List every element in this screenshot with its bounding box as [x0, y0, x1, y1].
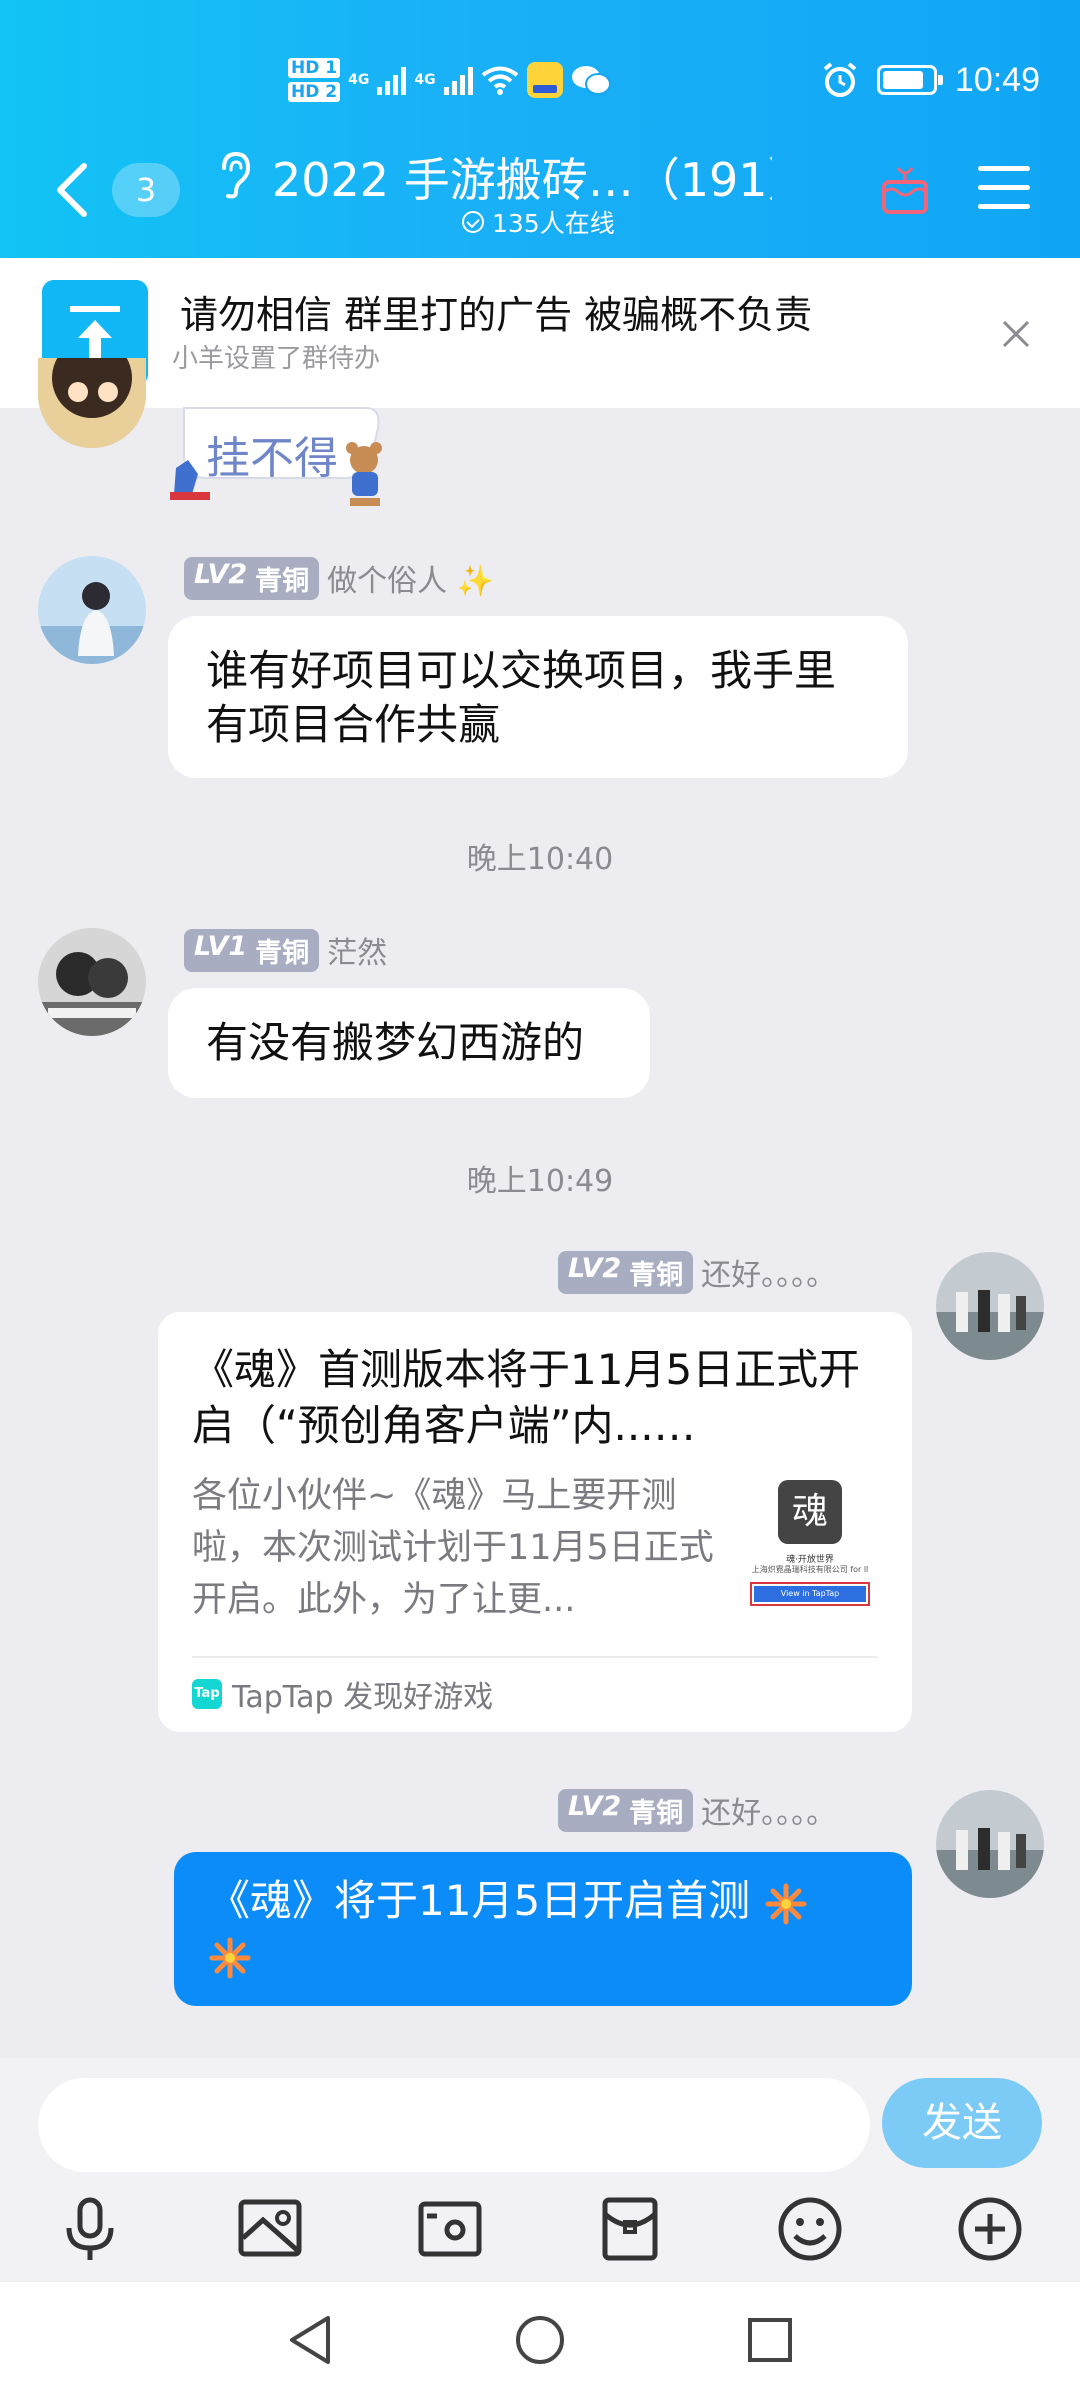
avatar[interactable] — [38, 556, 146, 664]
status-bar: HD 1 HD 2 4G 4G 10:49 — [0, 50, 1080, 110]
level-badge: LV2 青铜 — [558, 1788, 694, 1832]
alarm-icon — [823, 62, 857, 97]
clock: 10:49 — [954, 60, 1040, 99]
menu-icon[interactable] — [978, 166, 1030, 210]
app-icon — [526, 62, 563, 98]
announcement-title: 请勿相信 群里打的广告 被骗概不负责 — [180, 293, 813, 337]
message-input[interactable] — [38, 2078, 870, 2172]
nav-back-icon[interactable] — [280, 2310, 340, 2370]
back-icon[interactable] — [52, 160, 92, 220]
sender-meta: LV1 青铜 茫然 — [184, 928, 387, 972]
camera-icon[interactable] — [415, 2194, 485, 2264]
battery-icon — [876, 65, 943, 95]
gift-icon[interactable] — [878, 160, 932, 216]
firework-emoji-icon — [209, 1937, 251, 1978]
network-type-2: 4G — [414, 72, 436, 88]
card-description: 各位小伙伴~《魂》马上要开测啦，本次测试计划于11月5日正式开启。此外，为了让更… — [192, 1476, 714, 1620]
input-toolbar — [0, 2178, 1080, 2282]
firework-emoji-icon — [765, 1883, 807, 1924]
wechat-icon — [571, 66, 611, 95]
group-announcement-banner[interactable]: 请勿相信 群里打的广告 被骗概不负责 小羊设置了群待办 — [0, 258, 1080, 408]
card-source: Tap TapTap 发现好游戏 — [192, 1672, 493, 1716]
timestamp: 晚上10:40 — [466, 842, 614, 877]
message-bubble[interactable]: 谁有好项目可以交换项目，我手里有项目合作共赢 — [168, 616, 908, 778]
message-bubble-self[interactable]: 《魂》将于11月5日开启首测 — [174, 1852, 912, 2006]
app-logo: 魂 — [778, 1480, 842, 1544]
timestamp: 晚上10:49 — [466, 1164, 614, 1199]
level-badge: LV2 青铜 — [184, 556, 320, 600]
ear-icon[interactable] — [214, 150, 256, 200]
link-card[interactable]: 《魂》首测版本将于11月5日正式开启（“预创角客户端”内...… 各位小伙伴~《… — [158, 1312, 912, 1732]
level-badge: LV1 青铜 — [184, 928, 320, 972]
sender-meta: LV2 青铜 还好。。。。 — [558, 1250, 836, 1294]
sender-name[interactable]: 做个俗人 ✨ — [327, 556, 494, 600]
avatar[interactable] — [38, 928, 146, 1036]
unread-count-badge[interactable]: 3 — [112, 163, 180, 217]
image-icon[interactable] — [235, 2194, 305, 2264]
avatar[interactable] — [936, 1252, 1044, 1360]
chat-header: HD 1 HD 2 4G 4G 10:49 3 2022 手游搬砖…（191） … — [0, 0, 1080, 258]
sender-name[interactable]: 还好。。。。 — [701, 1250, 836, 1294]
online-count[interactable]: 135人在线 — [462, 204, 615, 240]
divider — [192, 1656, 878, 1658]
card-title: 《魂》首测版本将于11月5日正式开启（“预创角客户端”内...… — [192, 1345, 861, 1450]
emoji-icon[interactable] — [775, 2194, 845, 2264]
sticker-text: 挂不得 — [206, 433, 338, 484]
send-button[interactable]: 发送 — [882, 2078, 1042, 2168]
plus-icon[interactable] — [955, 2194, 1025, 2264]
sticker-message: 挂不得 — [0, 358, 1080, 518]
taptap-icon: Tap — [192, 1679, 222, 1709]
announcement-subtitle: 小羊设置了群待办 — [172, 344, 381, 374]
wifi-icon — [481, 66, 518, 95]
input-bar: 发送 — [0, 2058, 1080, 2178]
red-packet-icon[interactable] — [595, 2194, 665, 2264]
sender-meta: LV2 青铜 还好。。。。 — [558, 1788, 836, 1832]
group-title[interactable]: 2022 手游搬砖…（191） — [272, 144, 772, 210]
sender-meta: LV2 青铜 做个俗人 ✨ — [184, 556, 494, 600]
mic-icon[interactable] — [55, 2194, 125, 2264]
system-navigation-bar — [0, 2282, 1080, 2400]
hd-indicator: HD 1 HD 2 — [288, 56, 341, 104]
title-bar: 3 2022 手游搬砖…（191） 135人在线 — [0, 130, 1080, 250]
nav-home-icon[interactable] — [510, 2310, 570, 2370]
signal-icon — [443, 65, 473, 95]
sender-name[interactable]: 还好。。。。 — [701, 1788, 836, 1832]
card-thumbnail: 魂 魂·开放世界 上海炽霓晶瑞科技有限公司 for ll View in Tap… — [740, 1476, 880, 1626]
message-bubble[interactable]: 有没有搬梦幻西游的 — [168, 988, 650, 1098]
sender-name[interactable]: 茫然 — [327, 928, 387, 972]
nav-recents-icon[interactable] — [740, 2310, 800, 2370]
level-badge: LV2 青铜 — [558, 1250, 694, 1294]
close-icon[interactable] — [996, 314, 1036, 354]
signal-icon — [377, 65, 407, 95]
check-circle-icon — [462, 211, 484, 233]
avatar[interactable] — [38, 358, 146, 448]
network-type-1: 4G — [348, 72, 370, 88]
avatar[interactable] — [936, 1790, 1044, 1898]
